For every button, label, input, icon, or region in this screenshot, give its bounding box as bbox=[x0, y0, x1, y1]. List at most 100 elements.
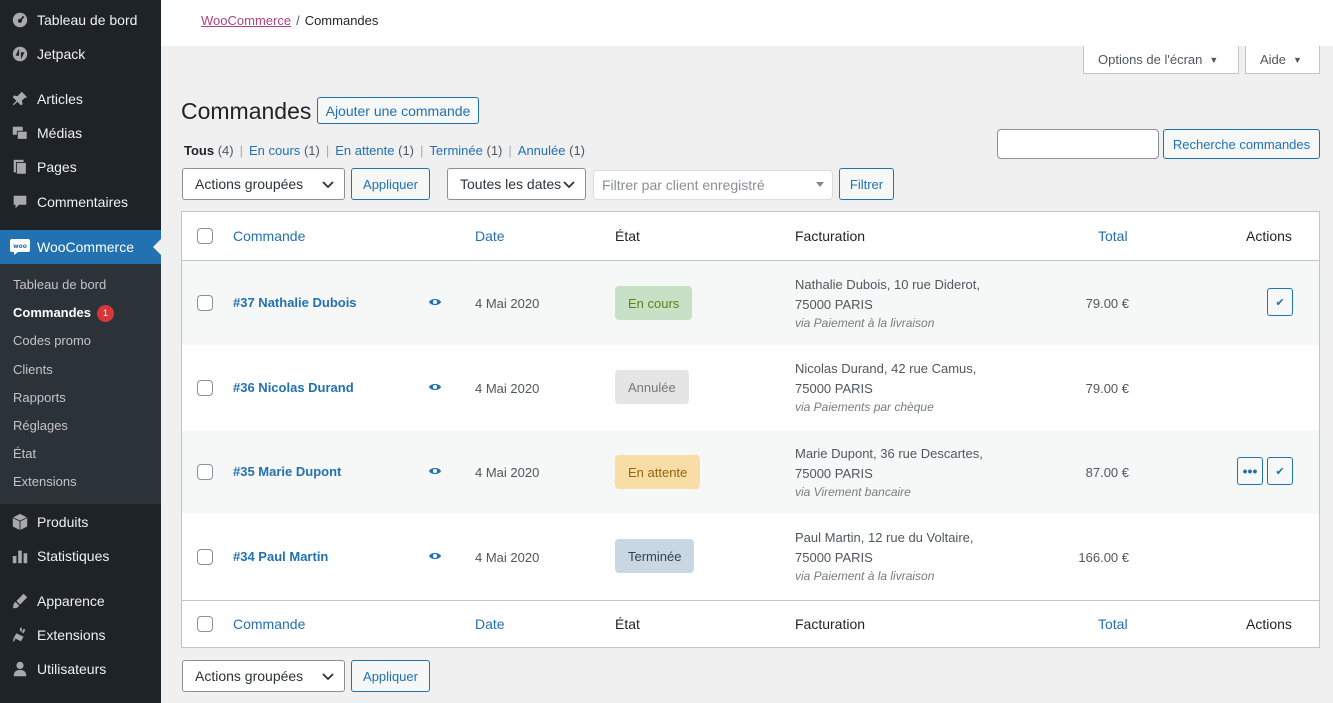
column-billing: Facturation bbox=[795, 616, 866, 632]
select-all-checkbox[interactable] bbox=[197, 228, 213, 244]
submenu-extensions[interactable]: Extensions bbox=[13, 474, 77, 489]
apply-bulk-button-bottom[interactable]: Appliquer bbox=[351, 660, 430, 692]
billing-line: 75000 PARIS bbox=[795, 549, 873, 565]
view-separator: | bbox=[325, 143, 330, 158]
processing-action-button[interactable]: ••• bbox=[1237, 457, 1263, 485]
submenu-etat[interactable]: État bbox=[13, 446, 36, 461]
menu-statistiques[interactable]: Statistiques bbox=[0, 539, 161, 573]
menu-label: Utilisateurs bbox=[37, 661, 107, 677]
eye-icon[interactable] bbox=[428, 466, 442, 476]
eye-icon[interactable] bbox=[428, 382, 442, 392]
check-icon: ✔ bbox=[1275, 296, 1285, 309]
menu-dashboard[interactable]: Tableau de bord bbox=[0, 3, 161, 37]
apply-bulk-button[interactable]: Appliquer bbox=[351, 168, 430, 200]
select-all-checkbox[interactable] bbox=[197, 616, 213, 632]
submenu-rapports[interactable]: Rapports bbox=[13, 390, 66, 405]
view-cancelled[interactable]: Annulée bbox=[518, 143, 566, 158]
menu-pages[interactable]: Pages bbox=[0, 150, 161, 184]
stats-icon bbox=[10, 546, 30, 566]
status-badge: En attente bbox=[615, 455, 701, 489]
column-total-sort[interactable]: Total bbox=[1098, 616, 1128, 632]
submenu-commandes[interactable]: Commandes 1 bbox=[13, 305, 115, 322]
column-total-sort[interactable]: Total bbox=[1098, 228, 1128, 244]
row-checkbox[interactable] bbox=[197, 464, 213, 480]
caret-down-icon: ▼ bbox=[1209, 54, 1219, 65]
order-link[interactable]: #37 Nathalie Dubois bbox=[233, 295, 357, 310]
menu-label: Statistiques bbox=[37, 548, 110, 564]
column-status: État bbox=[615, 228, 640, 244]
submenu-codes-promo[interactable]: Codes promo bbox=[13, 333, 91, 348]
menu-label: WooCommerce bbox=[37, 239, 134, 255]
row-checkbox[interactable] bbox=[197, 380, 213, 396]
column-date-sort[interactable]: Date bbox=[475, 616, 505, 632]
column-actions: Actions bbox=[1246, 616, 1292, 632]
menu-woocommerce[interactable]: woo WooCommerce bbox=[0, 230, 161, 264]
billing-address: Nicolas Durand, 42 rue Camus, 75000 PARI… bbox=[795, 359, 976, 418]
breadcrumb-parent-link[interactable]: WooCommerce bbox=[201, 13, 291, 28]
menu-label: Tableau de bord bbox=[37, 12, 138, 28]
view-separator: | bbox=[239, 143, 243, 158]
billing-line: 75000 PARIS bbox=[795, 380, 873, 396]
complete-action-button[interactable]: ✔ bbox=[1267, 288, 1293, 316]
view-count: (1) bbox=[569, 143, 586, 158]
menu-articles[interactable]: Articles bbox=[0, 82, 161, 116]
eye-icon[interactable] bbox=[428, 551, 442, 561]
caret-down-icon bbox=[816, 182, 824, 187]
add-order-button[interactable]: Ajouter une commande bbox=[317, 97, 479, 124]
screen-options-button[interactable]: Options de l'écran ▼ bbox=[1083, 46, 1239, 74]
menu-produits[interactable]: Produits bbox=[0, 505, 161, 539]
view-count: (1) bbox=[486, 143, 503, 158]
order-date: 4 Mai 2020 bbox=[475, 550, 540, 565]
breadcrumb-separator: / bbox=[296, 13, 300, 28]
view-all[interactable]: Tous bbox=[184, 143, 214, 158]
order-date: 4 Mai 2020 bbox=[475, 381, 540, 396]
view-processing[interactable]: En cours bbox=[249, 143, 300, 158]
bulk-actions-select-bottom[interactable]: Actions groupées bbox=[182, 660, 345, 692]
billing-line: Marie Dupont, 36 rue Descartes, bbox=[795, 446, 983, 461]
view-separator: | bbox=[508, 143, 512, 158]
table-row[interactable]: #35 Marie Dupont 4 Mai 2020 En attente M… bbox=[182, 430, 1319, 514]
search-orders-button[interactable]: Recherche commandes bbox=[1163, 129, 1320, 159]
table-header: Commande Date État Facturation Total Act… bbox=[182, 212, 1319, 261]
row-checkbox[interactable] bbox=[197, 549, 213, 565]
column-date-sort[interactable]: Date bbox=[475, 228, 505, 244]
menu-apparence[interactable]: Apparence bbox=[0, 584, 161, 618]
pages-icon bbox=[10, 157, 30, 177]
table-row[interactable]: #37 Nathalie Dubois 4 Mai 2020 En cours … bbox=[182, 261, 1319, 345]
menu-extensions[interactable]: Extensions bbox=[0, 618, 161, 652]
view-count: (1) bbox=[303, 143, 320, 158]
billing-address: Nathalie Dubois, 10 rue Diderot, 75000 P… bbox=[795, 275, 980, 334]
table-row[interactable]: #34 Paul Martin 4 Mai 2020 Terminée Paul… bbox=[182, 514, 1319, 598]
order-link[interactable]: #35 Marie Dupont bbox=[233, 464, 341, 479]
row-checkbox[interactable] bbox=[197, 295, 213, 311]
column-order-sort[interactable]: Commande bbox=[233, 228, 305, 244]
bulk-actions-select[interactable]: Actions groupées bbox=[182, 168, 345, 200]
search-orders-input[interactable] bbox=[997, 129, 1159, 159]
help-button[interactable]: Aide ▼ bbox=[1245, 46, 1320, 74]
table-row[interactable]: #36 Nicolas Durand 4 Mai 2020 Annulée Ni… bbox=[182, 345, 1319, 429]
submenu-reglages[interactable]: Réglages bbox=[13, 418, 68, 433]
order-link[interactable]: #34 Paul Martin bbox=[233, 549, 328, 564]
order-link[interactable]: #36 Nicolas Durand bbox=[233, 380, 354, 395]
view-count: (1) bbox=[398, 143, 415, 158]
submenu-tableau-de-bord[interactable]: Tableau de bord bbox=[13, 277, 106, 292]
billing-line: Nicolas Durand, 42 rue Camus, bbox=[795, 361, 977, 376]
menu-jetpack[interactable]: Jetpack bbox=[0, 37, 161, 71]
eye-icon[interactable] bbox=[428, 297, 442, 307]
chevron-down-icon bbox=[563, 181, 575, 189]
order-total: 87.00 € bbox=[1085, 465, 1129, 480]
column-order-sort[interactable]: Commande bbox=[233, 616, 305, 632]
filter-button[interactable]: Filtrer bbox=[839, 168, 894, 200]
date-filter-select[interactable]: Toutes les dates bbox=[447, 168, 586, 200]
submenu-clients[interactable]: Clients bbox=[13, 362, 53, 377]
view-completed[interactable]: Terminée bbox=[429, 143, 482, 158]
menu-commentaires[interactable]: Commentaires bbox=[0, 185, 161, 219]
order-status-views: Tous (4) | En cours (1) | En attente (1) | Ter… bbox=[184, 143, 585, 158]
ellipsis-icon: ••• bbox=[1242, 463, 1258, 479]
complete-action-button[interactable]: ✔ bbox=[1267, 457, 1293, 485]
payment-method: via Virement bancaire bbox=[795, 485, 911, 499]
menu-utilisateurs[interactable]: Utilisateurs bbox=[0, 652, 161, 686]
customer-filter-select[interactable]: Filtrer par client enregistré bbox=[593, 170, 833, 200]
view-on-hold[interactable]: En attente bbox=[335, 143, 394, 158]
menu-medias[interactable]: Médias bbox=[0, 116, 161, 150]
